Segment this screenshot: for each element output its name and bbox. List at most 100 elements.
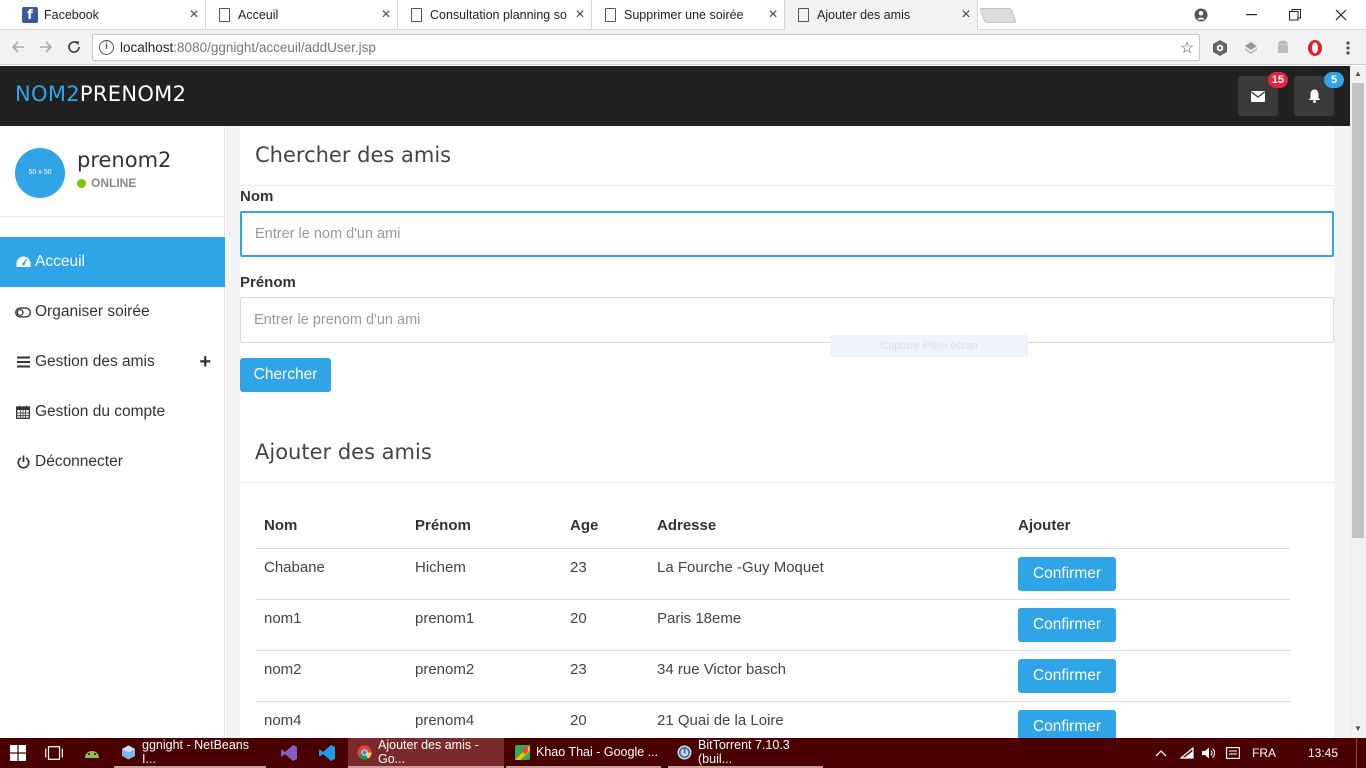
taskbar-item-netbeans[interactable]: ggnight - NetBeans I... xyxy=(114,738,266,768)
calendar-icon xyxy=(15,405,31,419)
scrollbar-thumb[interactable] xyxy=(1352,83,1364,538)
add-panel-title: Ajouter des amis xyxy=(255,440,432,464)
document-icon xyxy=(218,8,230,22)
chercher-button[interactable]: Chercher xyxy=(240,358,331,392)
tab-close-icon[interactable]: × xyxy=(569,6,591,24)
tab-close-icon[interactable]: × xyxy=(762,6,784,24)
document-icon xyxy=(410,8,422,22)
table-row: Chabane Hichem 23 La Fourche -Guy Moquet… xyxy=(256,548,1290,600)
browser-menu-icon[interactable] xyxy=(1340,39,1356,57)
prenom-input[interactable] xyxy=(240,297,1334,343)
cell-adresse: La Fourche -Guy Moquet xyxy=(649,548,1010,600)
browser-tab-consultation[interactable]: Consultation planning so × xyxy=(398,0,592,30)
confirmer-button[interactable]: Confirmer xyxy=(1018,556,1116,591)
cell-ajouter: Confirmer xyxy=(1010,650,1290,702)
brand-logo[interactable]: NOM2PRENOM2 xyxy=(15,82,186,106)
extension-puzzle-icon[interactable] xyxy=(1242,39,1260,57)
vscode-icon[interactable] xyxy=(318,738,336,768)
scroll-up-arrow-icon[interactable]: ▲ xyxy=(1350,66,1366,82)
keyboard-layout-icon[interactable] xyxy=(1226,738,1240,768)
prenom-label: Prénom xyxy=(240,274,296,291)
close-window-button[interactable] xyxy=(1318,0,1364,30)
browser-tab-facebook[interactable]: f Facebook × xyxy=(12,0,206,30)
extension-eye-icon[interactable] xyxy=(1211,39,1229,57)
new-tab-button[interactable] xyxy=(979,8,1017,23)
cell-adresse: 21 Quai de la Loire xyxy=(649,701,1010,738)
confirmer-button[interactable]: Confirmer xyxy=(1018,709,1116,738)
taskbar-item-chrome[interactable]: Ajouter des amis - Go... xyxy=(348,738,504,768)
cell-ajouter: Confirmer xyxy=(1010,701,1290,738)
tab-title: Ajouter des amis xyxy=(817,8,911,22)
cell-adresse: Paris 18eme xyxy=(649,599,1010,651)
browser-tab-strip: f Facebook × Acceuil × Consultation plan… xyxy=(0,0,1366,30)
sidebar-item-gestion-du-compte[interactable]: Gestion du compte xyxy=(0,387,225,437)
table-row: nom1 prenom1 20 Paris 18eme Confirmer xyxy=(256,599,1290,651)
column-header-nom: Nom xyxy=(256,504,407,549)
show-desktop-button[interactable] xyxy=(1356,738,1366,768)
tab-title: Facebook xyxy=(44,8,99,22)
windows-taskbar: ggnight - NetBeans I... Ajouter des amis… xyxy=(0,738,1366,768)
address-bar[interactable]: i localhost:8080/ggnight/acceuil/addUser… xyxy=(92,34,1200,61)
cell-ajouter: Confirmer xyxy=(1010,548,1290,600)
task-view-icon[interactable] xyxy=(45,738,63,768)
visual-studio-icon[interactable] xyxy=(280,738,298,768)
tray-chevron-icon[interactable] xyxy=(1155,738,1167,768)
language-indicator[interactable]: FRA xyxy=(1252,738,1276,768)
forward-button[interactable] xyxy=(34,36,58,58)
browser-tab-supprimer[interactable]: Supprimer une soirée × xyxy=(592,0,785,30)
top-navbar: NOM2PRENOM2 15 5 xyxy=(0,66,1350,126)
windows-start-icon[interactable] xyxy=(10,738,26,768)
reload-button[interactable] xyxy=(62,36,86,58)
cell-age: 23 xyxy=(562,650,649,702)
browser-tab-acceuil[interactable]: Acceuil × xyxy=(206,0,398,30)
tab-close-icon[interactable]: × xyxy=(955,6,977,24)
messages-button[interactable]: 15 xyxy=(1238,72,1288,116)
extension-android-icon[interactable] xyxy=(1274,39,1292,57)
avatar: 50 x 50 xyxy=(15,148,65,198)
envelope-icon xyxy=(1251,90,1265,102)
table-row: nom4 prenom4 20 21 Quai de la Loire Conf… xyxy=(256,701,1290,738)
cell-prenom: prenom2 xyxy=(407,650,562,702)
search-panel-title: Chercher des amis xyxy=(255,143,452,167)
tab-close-icon[interactable]: × xyxy=(375,6,397,24)
main-content: Chercher des amis Nom Prénom Chercher Ca… xyxy=(226,126,1350,738)
confirmer-button[interactable]: Confirmer xyxy=(1018,607,1116,642)
sidebar-item-acceuil[interactable]: Acceuil xyxy=(0,237,225,287)
bell-icon xyxy=(1308,89,1320,103)
confirmer-button[interactable]: Confirmer xyxy=(1018,658,1116,693)
taskbar-item-bittorrent[interactable]: BitTorrent 7.10.3 (buil... xyxy=(668,738,823,768)
sidebar-item-organiser-soiree[interactable]: Organiser soirée xyxy=(0,287,225,337)
tab-close-icon[interactable]: × xyxy=(183,6,205,24)
tab-title: Consultation planning so xyxy=(430,8,567,22)
table-row: nom2 prenom2 23 34 rue Victor basch Conf… xyxy=(256,650,1290,702)
scroll-down-arrow-icon[interactable]: ▼ xyxy=(1350,721,1366,737)
android-studio-icon[interactable] xyxy=(83,738,101,768)
cell-ajouter: Confirmer xyxy=(1010,599,1290,651)
expand-plus-icon[interactable]: + xyxy=(199,351,211,374)
divider xyxy=(0,216,225,217)
clock[interactable]: 13:45 xyxy=(1308,738,1338,768)
bittorrent-icon xyxy=(676,744,692,760)
url-text: localhost:8080/ggnight/acceuil/addUser.j… xyxy=(120,40,376,55)
sidebar-item-deconnecter[interactable]: Déconnecter xyxy=(0,437,225,487)
info-icon[interactable]: i xyxy=(99,40,114,55)
cell-adresse: 34 rue Victor basch xyxy=(649,650,1010,702)
wifi-icon[interactable] xyxy=(1180,738,1194,768)
cell-age: 20 xyxy=(562,701,649,738)
cell-age: 23 xyxy=(562,548,649,600)
taskbar-item-google-maps[interactable]: Khao Thai - Google ... xyxy=(506,738,661,768)
notifications-button[interactable]: 5 xyxy=(1294,72,1344,116)
cell-nom: nom2 xyxy=(256,650,407,702)
restore-button[interactable] xyxy=(1272,0,1318,30)
volume-icon[interactable] xyxy=(1201,738,1215,768)
profile-icon[interactable] xyxy=(1178,0,1224,30)
back-button[interactable] xyxy=(6,36,30,58)
nom-input[interactable] xyxy=(240,211,1334,257)
list-icon xyxy=(15,356,31,368)
sidebar: 50 x 50 prenom2 ONLINE Acceuil Organiser… xyxy=(0,126,225,738)
sidebar-item-gestion-des-amis[interactable]: Gestion des amis + xyxy=(0,337,225,387)
opera-icon[interactable] xyxy=(1306,39,1324,57)
bookmark-star-icon[interactable]: ☆ xyxy=(1175,38,1199,58)
browser-tab-ajouter[interactable]: Ajouter des amis × xyxy=(785,0,978,30)
minimize-button[interactable] xyxy=(1228,0,1274,30)
